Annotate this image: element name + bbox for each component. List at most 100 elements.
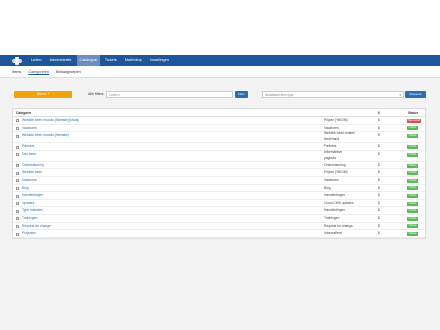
row-name-link[interactable]: Updates — [22, 200, 34, 208]
row-name-link[interactable]: Ondersteuning — [22, 162, 44, 170]
table-row[interactable]: Website-been moduls-(Website) Website-bee… — [13, 131, 425, 144]
row-checkbox[interactable] — [16, 224, 19, 228]
table-row[interactable]: Website-been Prijzen (%KOM) $ Online — [13, 169, 425, 177]
table-row[interactable]: Handleidingen Handleidingen $ Online — [13, 192, 425, 200]
logo-icon[interactable] — [12, 56, 22, 65]
row-type-continued: pagina's — [324, 155, 337, 160]
type-select-value: Standaard item type — [265, 93, 294, 97]
row-type: Prijzen (%KOM) — [324, 118, 348, 122]
row-currency: $ — [378, 200, 380, 205]
row-name-link[interactable]: Website-been moduls-(Website)(Mods) — [22, 117, 79, 125]
table-row[interactable]: Type websites Handleidingen $ Online — [13, 207, 425, 215]
status-badge[interactable]: Online — [407, 231, 418, 236]
subnav-item-items[interactable]: Items — [12, 66, 21, 78]
row-checkbox[interactable] — [16, 153, 19, 157]
table-row[interactable]: Website-been moduls-(Website)(Mods) Prijz… — [13, 117, 425, 125]
row-type: Ondersteuning — [324, 162, 346, 167]
row-type-continued: Nederland — [324, 137, 340, 142]
header-name[interactable]: Categorie — [16, 109, 31, 117]
sub-navigation: Items Categorieën Betaalgroepen — [0, 66, 440, 78]
row-checkbox[interactable] — [16, 134, 19, 138]
table-row[interactable]: Vacatures Vacatures $ Online — [13, 177, 425, 185]
nav-item-administratie[interactable]: Administratie — [47, 55, 75, 66]
execute-button[interactable]: Uitvoeren — [405, 91, 426, 98]
row-checkbox[interactable] — [16, 194, 19, 198]
nav-item-mailchimp[interactable]: Mailchimp — [122, 55, 145, 66]
nav-item-catalogue[interactable]: Catalogue — [76, 55, 100, 66]
row-checkbox[interactable] — [16, 209, 19, 213]
status-badge[interactable]: Online — [407, 144, 418, 149]
status-badge[interactable]: Online — [407, 178, 418, 183]
main-nav-items: Leden Administratie Catalogue Tickets Mailch… — [28, 55, 174, 66]
table-body: Website-been moduls-(Website)(Mods) Prijz… — [13, 117, 425, 238]
table-row[interactable]: Partners Partners $ Online — [13, 143, 425, 151]
row-name-link[interactable]: Request for change — [22, 223, 51, 231]
nav-item-tickets[interactable]: Tickets — [102, 55, 120, 66]
row-checkbox[interactable] — [16, 186, 19, 190]
table-row[interactable]: Ondersteuning Ondersteuning $ Online — [13, 162, 425, 170]
row-checkbox[interactable] — [16, 217, 19, 221]
filter-label: Alle filters — [88, 92, 104, 96]
row-currency: $ — [378, 162, 380, 167]
status-badge[interactable]: Online — [407, 186, 418, 191]
status-badge[interactable]: Online — [407, 216, 418, 221]
row-name-link[interactable]: Handleidingen — [22, 192, 43, 200]
nav-item-leden[interactable]: Leden — [28, 55, 45, 66]
filter-button[interactable]: Filter — [235, 91, 248, 98]
table-row[interactable]: Trainingen Trainingen $ Online — [13, 215, 425, 223]
filter-input[interactable]: Zoeken — [106, 91, 233, 98]
status-badge[interactable]: Online — [407, 152, 418, 157]
row-type: Blog — [324, 185, 331, 190]
table-row[interactable]: Request for change Request for change $ Onl… — [13, 223, 425, 231]
row-currency: $ — [378, 133, 380, 138]
row-checkbox[interactable] — [16, 171, 19, 175]
new-button[interactable]: Nieuw + — [14, 91, 72, 98]
row-currency: $ — [378, 118, 380, 122]
row-name-link[interactable]: Website-been moduls-(Website) — [22, 132, 69, 140]
row-type: Handleidingen — [324, 208, 346, 213]
status-badge[interactable]: Online — [407, 201, 418, 206]
row-type: Request for change — [324, 223, 353, 228]
status-badge[interactable]: Online — [407, 209, 418, 214]
type-select[interactable]: Standaard item type ▾ — [262, 91, 404, 98]
row-type: Trainingen — [324, 215, 340, 220]
nav-item-installingen[interactable]: Installingen — [147, 55, 172, 66]
subnav-item-betaalgroepen[interactable]: Betaalgroepen — [56, 66, 81, 78]
row-name-link[interactable]: Vacatures — [22, 177, 37, 185]
row-name-link[interactable]: Doc-been — [22, 151, 36, 159]
status-badge[interactable]: Online — [407, 224, 418, 229]
row-name-link[interactable]: Type websites — [22, 207, 43, 215]
main-navbar: Leden Administratie Catalogue Tickets Mailch… — [0, 55, 440, 66]
table-row[interactable]: Updates Cloud CMS updates $ Online — [13, 200, 425, 208]
table-row[interactable]: Doc-been Informatieve pagina's $ Online — [13, 150, 425, 162]
row-type: Prijzen (%KOM) — [324, 170, 348, 175]
table-row[interactable]: Vacatures Vacatures $ Online — [13, 125, 425, 133]
row-name-link[interactable]: Trainingen — [22, 215, 37, 223]
row-checkbox[interactable] — [16, 119, 19, 123]
status-badge[interactable]: Online — [407, 171, 418, 176]
table-row[interactable]: Blog Blog $ Online — [13, 185, 425, 193]
row-currency: $ — [378, 151, 380, 156]
row-name-link[interactable]: Vacatures — [22, 125, 37, 133]
status-badge[interactable]: Online — [407, 163, 418, 168]
row-checkbox[interactable] — [16, 202, 19, 206]
status-badge[interactable]: Niet actief — [407, 118, 421, 123]
row-name-link[interactable]: Projecten — [22, 230, 36, 238]
subnav-item-categorie-n[interactable]: Categorieën — [28, 66, 49, 78]
content-area: Nieuw + Alle filters Zoeken Filter Stand… — [0, 78, 440, 330]
status-badge[interactable]: Online — [407, 133, 418, 138]
row-name-link[interactable]: Blog — [22, 185, 29, 193]
chevron-down-icon: ▾ — [399, 93, 401, 97]
row-checkbox[interactable] — [16, 145, 19, 149]
status-badge[interactable]: Online — [407, 126, 418, 131]
row-currency: $ — [378, 215, 380, 220]
table-row[interactable]: Projecten Informatieve $ Online — [13, 230, 425, 238]
row-checkbox[interactable] — [16, 164, 19, 168]
row-checkbox[interactable] — [16, 179, 19, 183]
top-whitespace — [0, 0, 440, 55]
row-name-link[interactable]: Partners — [22, 143, 34, 151]
status-badge[interactable]: Online — [407, 193, 418, 198]
row-name-link[interactable]: Website-been — [22, 169, 42, 177]
row-checkbox[interactable] — [16, 232, 19, 236]
row-checkbox[interactable] — [16, 126, 19, 130]
